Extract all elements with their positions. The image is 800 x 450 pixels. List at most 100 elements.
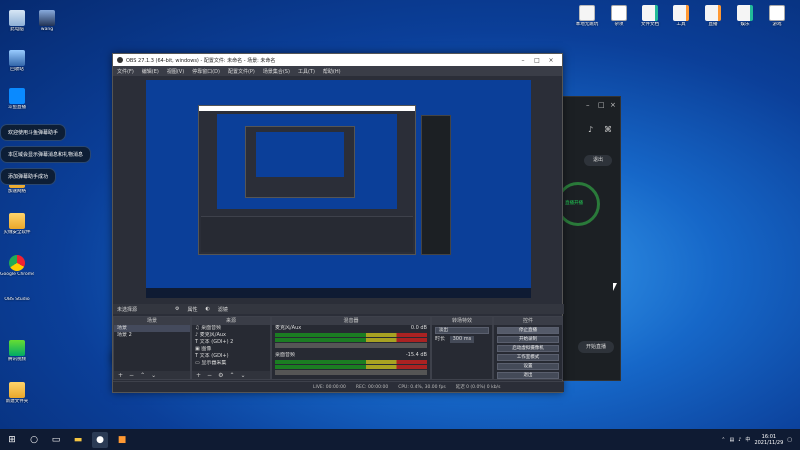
source-item[interactable]: T 文本 (GDI+) 2 (192, 339, 270, 346)
menu-help[interactable]: 帮助(H) (323, 68, 341, 75)
filter-icon[interactable]: ◐ (206, 306, 210, 312)
up-icon[interactable]: ⌃ (229, 372, 234, 379)
desktop-icon-tr-4[interactable]: 工具 (664, 5, 698, 27)
down-icon[interactable]: ⌄ (240, 372, 245, 379)
scene-item[interactable]: 场景 2 (114, 332, 190, 339)
desktop-icon-tr-2[interactable]: 杂项 (602, 5, 636, 27)
duration-input[interactable]: 300 ms (449, 336, 475, 343)
desktop-icon-new-folder[interactable]: 新建文件夹 (0, 382, 34, 404)
ime-icon[interactable]: 中 (745, 436, 750, 443)
obs-taskbar-icon[interactable]: ● (92, 431, 108, 448)
maximize-button[interactable]: □ (530, 57, 544, 64)
menu-docks[interactable]: 停靠窗口(D) (192, 68, 220, 75)
chat-bubble-welcome: 欢迎使用斗鱼弹幕助手 (0, 124, 67, 141)
stop-streaming-button[interactable]: 停止直播 (497, 327, 559, 334)
down-icon[interactable]: ⌄ (151, 372, 156, 379)
channel-name: 桌面音频 (275, 352, 296, 358)
obs-statusbar: LIVE: 00:00:00 REC: 00:00:00 CPU: 0.4%, … (113, 381, 564, 392)
gear-icon[interactable]: ⚙ (175, 306, 179, 312)
helper-taskbar-icon[interactable]: ■ (114, 432, 130, 448)
notification-icon[interactable]: ▢ (787, 437, 792, 443)
menu-scene-collection[interactable]: 场景集合(S) (263, 68, 290, 75)
add-icon[interactable]: + (118, 372, 123, 379)
duration-label: 时长 (435, 336, 446, 342)
exit-button[interactable]: 退出 (497, 372, 559, 379)
tray-chevron-icon[interactable]: ⌃ (721, 437, 725, 443)
desktop-icon-tr-7[interactable]: 游戏 (760, 5, 794, 27)
source-item[interactable]: ♫ 桌面音频 (192, 325, 270, 332)
start-live-button[interactable]: 开始直播 (578, 341, 614, 353)
shield-icon (9, 213, 25, 229)
desktop-icon-tr-1[interactable]: 本地无跳坑 (570, 5, 604, 27)
file-explorer-icon[interactable]: ▬ (70, 432, 86, 448)
live-helper-window[interactable]: – □ × ♪ ⌘ 退出 直播开播 开始直播 (553, 96, 621, 381)
windows-start-icon[interactable]: ⊞ (4, 432, 20, 448)
minimize-button[interactable]: – (516, 57, 530, 64)
logout-button[interactable]: 退出 (584, 155, 612, 166)
add-icon[interactable]: + (196, 372, 201, 379)
minimize-icon[interactable]: – (586, 101, 590, 109)
start-recording-button[interactable]: 开始录制 (497, 336, 559, 343)
scenes-header: 场景 (114, 317, 190, 325)
bell-icon[interactable]: ♪ (588, 125, 593, 134)
close-button[interactable]: × (544, 57, 558, 64)
restore-icon[interactable]: □ (598, 101, 605, 109)
desktop-icon-video[interactable]: 腾讯视频 (0, 340, 34, 362)
menu-view[interactable]: 视图(V) (167, 68, 184, 75)
transition-select[interactable]: 淡出 (435, 327, 489, 334)
desktop-icon-huorong[interactable]: 火绒安全软件 (0, 213, 34, 235)
obs-preview[interactable] (146, 80, 531, 298)
search-icon[interactable]: ○ (26, 432, 42, 448)
studio-mode-button[interactable]: 工作室模式 (497, 354, 559, 361)
gear-icon[interactable]: ⚙ (218, 372, 223, 379)
clock-date: 2021/11/29 (754, 439, 784, 446)
controls-dock: 控件 停止直播 开始录制 启动虚拟摄像机 工作室模式 设置 退出 (493, 316, 563, 380)
source-label: 图像 (201, 346, 212, 352)
clock[interactable]: 16:01 2021/11/29 (754, 434, 783, 446)
source-item[interactable]: ▣ 图像 (192, 346, 270, 353)
scene-item[interactable]: 场景 (114, 325, 190, 332)
source-item[interactable]: ♪ 麦克风/Aux (192, 332, 270, 339)
menu-profile[interactable]: 配置文件(P) (228, 68, 255, 75)
desktop-icon-recycle[interactable]: 回收站 (0, 50, 34, 72)
source-item[interactable]: ▭ 显示器采集 (192, 360, 270, 367)
desktop-icon-douyu[interactable]: 斗鱼直播 (0, 88, 34, 110)
scenes-dock: 场景 场景 场景 2 + − ⌃ ⌄ (113, 316, 191, 380)
no-source-label: 未选择源 (117, 306, 138, 313)
remove-icon[interactable]: − (129, 372, 134, 379)
folder-icon (9, 382, 25, 398)
desktop-icon-user[interactable]: wang (30, 10, 64, 32)
volume-meter (275, 360, 427, 364)
desktop-icon-this-pc[interactable]: 此电脑 (0, 10, 34, 32)
menu-edit[interactable]: 编辑(E) (142, 68, 159, 75)
desktop-icon-tr-6[interactable]: 娱乐 (728, 5, 762, 27)
task-view-icon[interactable]: ▭ (48, 432, 64, 448)
helper-toolbar: – □ × (560, 101, 616, 111)
desktop-icon-tr-5[interactable]: 直播 (696, 5, 730, 27)
settings-button[interactable]: 设置 (497, 363, 559, 370)
desktop-icon-chrome[interactable]: Google Chrome (0, 255, 34, 277)
menu-tools[interactable]: 工具(T) (298, 68, 315, 75)
remove-icon[interactable]: − (207, 372, 212, 379)
virtual-camera-button[interactable]: 启动虚拟摄像机 (497, 345, 559, 352)
source-item[interactable]: T 文本 (GDI+) (192, 353, 270, 360)
obs-window[interactable]: OBS 27.1.3 (64-bit, windows) - 配置文件: 未命名… (112, 53, 564, 393)
volume-slider[interactable] (275, 370, 427, 375)
volume-icon[interactable]: ♪ (738, 437, 741, 443)
obs-titlebar[interactable]: OBS 27.1.3 (64-bit, windows) - 配置文件: 未命名… (113, 54, 562, 66)
network-icon[interactable]: ▤ (729, 437, 734, 443)
sources-dock: 来源 ♫ 桌面音频 ♪ 麦克风/Aux T 文本 (GDI+) 2 ▣ 图像 T… (191, 316, 271, 380)
up-icon[interactable]: ⌃ (140, 372, 145, 379)
close-icon[interactable]: × (610, 101, 616, 109)
mixer-channel: 桌面音频 -15.4 dB (272, 352, 430, 359)
menu-file[interactable]: 文件(F) (117, 68, 134, 75)
desktop-icon-tr-3[interactable]: 文件文档 (633, 5, 667, 27)
document-icon (705, 5, 721, 21)
share-icon[interactable]: ⌘ (604, 125, 612, 134)
filters-button[interactable]: 滤镜 (218, 306, 228, 313)
desktop-icon-obs[interactable]: OBS Studio (0, 297, 128, 366)
rec-status: REC: 00:00:00 (355, 384, 389, 390)
preview-taskbar (146, 288, 531, 298)
volume-slider[interactable] (275, 343, 427, 348)
properties-button[interactable]: 属性 (188, 306, 198, 313)
